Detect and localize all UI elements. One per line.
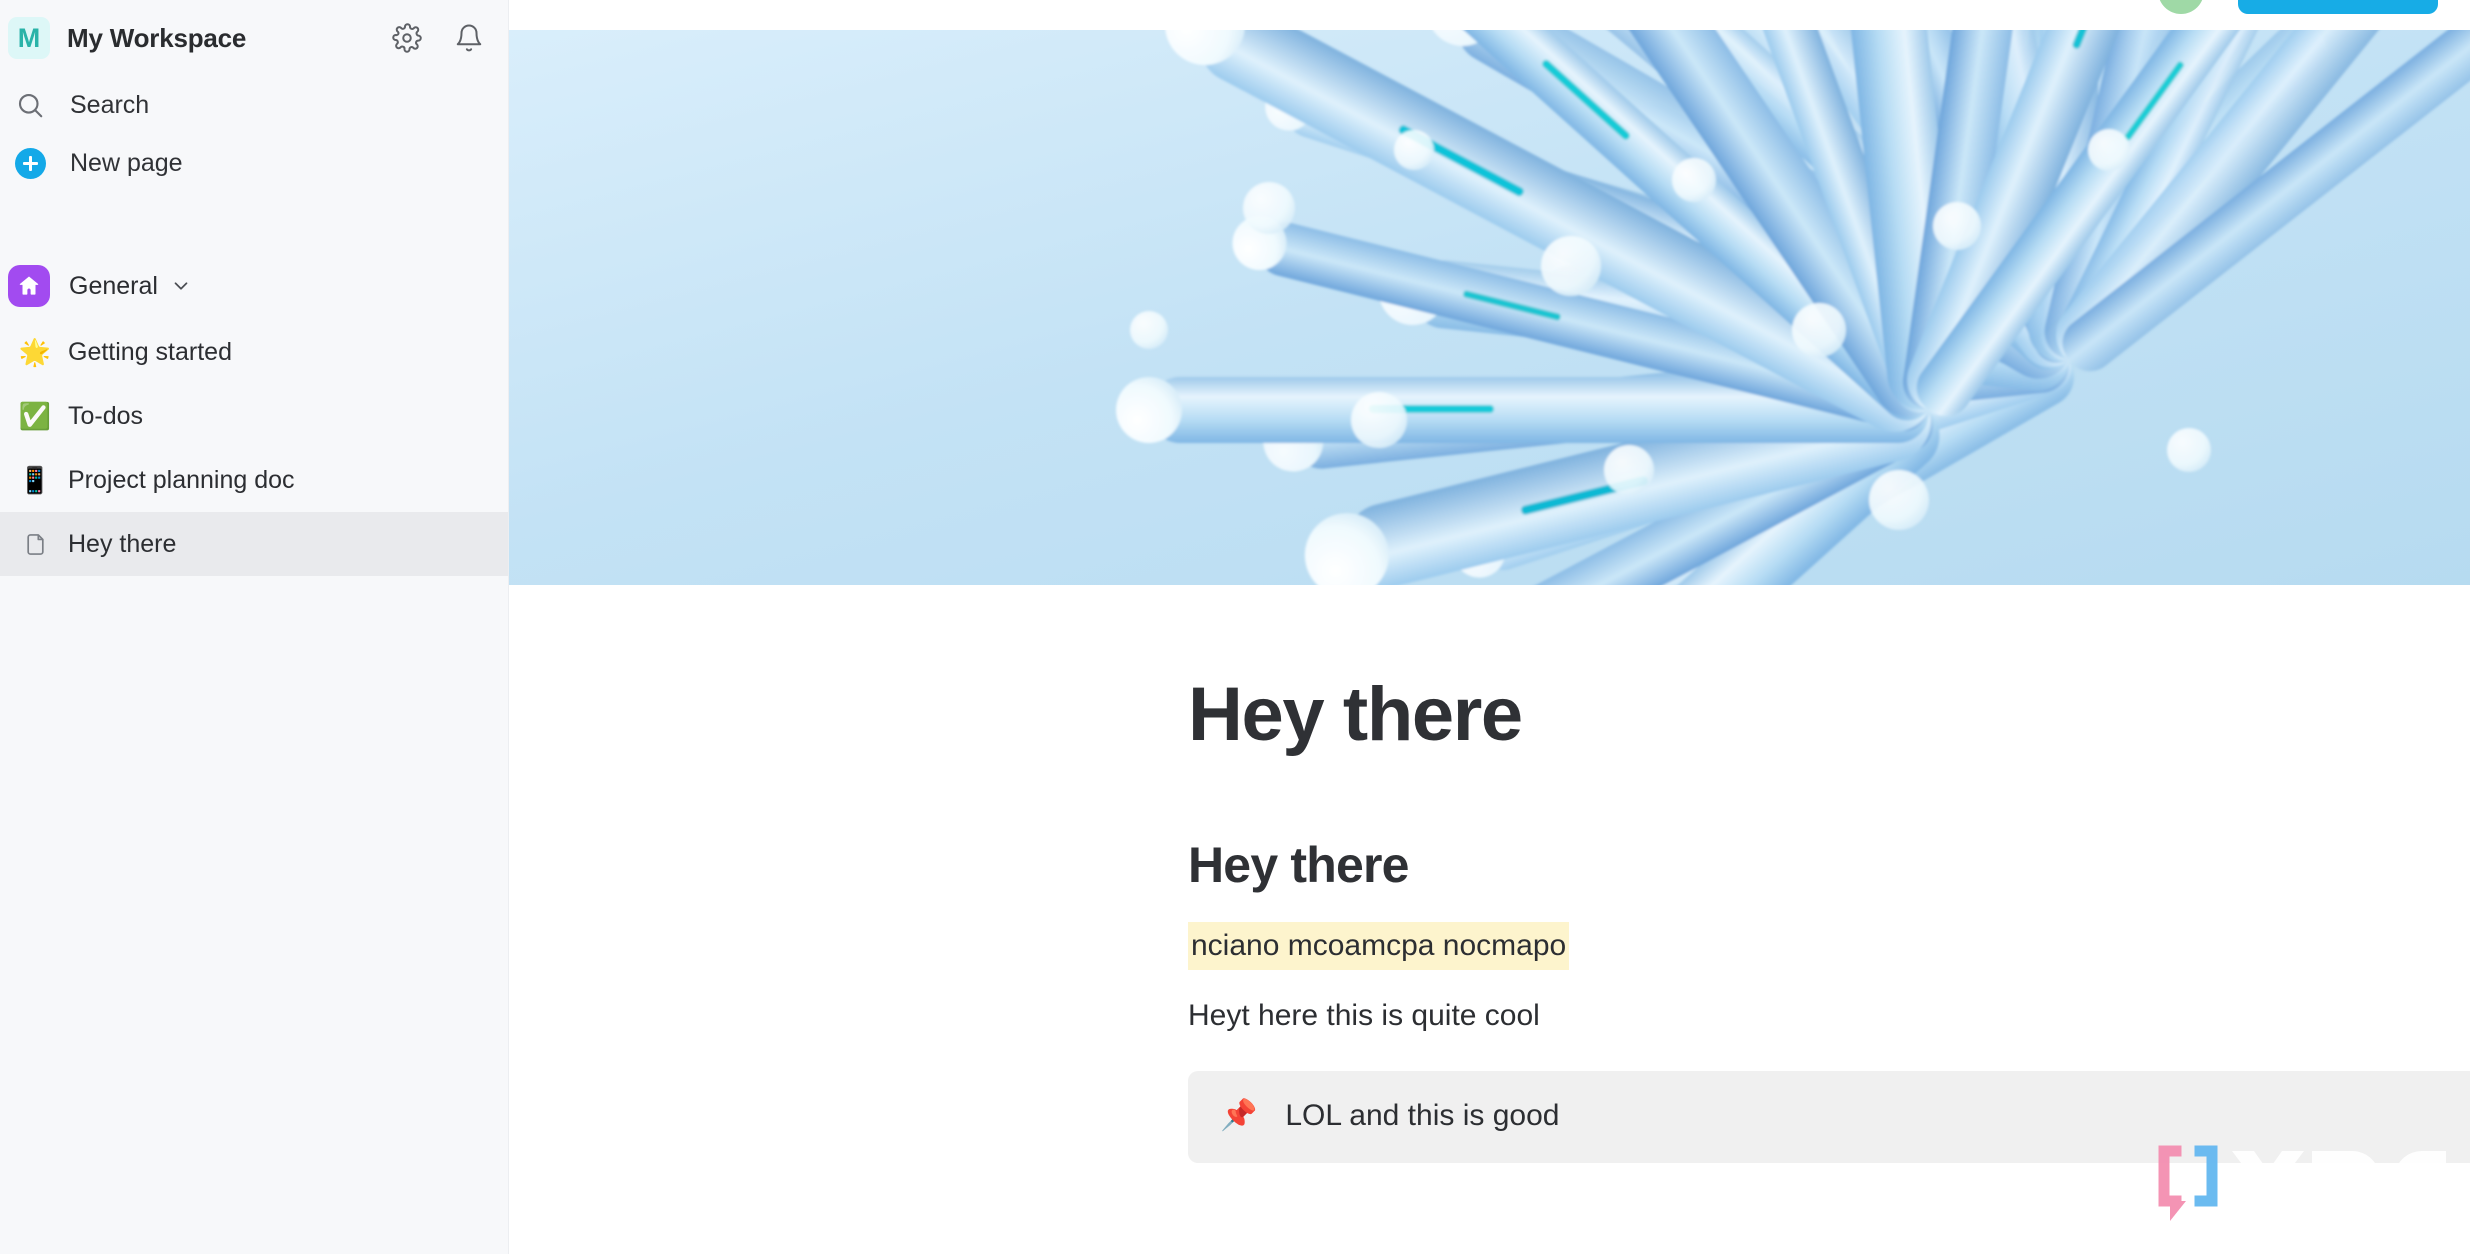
callout-text: LOL and this is good	[1285, 1098, 1560, 1132]
heading-block[interactable]: Hey there	[1188, 839, 2470, 892]
sidebar: M My Workspace Search New page General 🌟…	[0, 0, 509, 1254]
pushpin-emoji-icon: 📌	[1220, 1098, 1258, 1132]
mobile-phone-emoji-icon: 📱	[18, 465, 52, 495]
sidebar-page-list: 🌟 Getting started ✅ To-dos 📱 Project pla…	[0, 320, 508, 576]
sidebar-item-to-dos[interactable]: ✅ To-dos	[0, 384, 508, 448]
page-outline-icon	[18, 527, 52, 561]
highlighted-paragraph[interactable]: nciano mcoamcpa nocmapo	[1188, 921, 1570, 970]
page-cover-image[interactable]	[509, 30, 2470, 585]
sidebar-item-project-planning-doc[interactable]: 📱 Project planning doc	[0, 448, 508, 512]
highlighted-paragraph-wrapper: nciano mcoamcpa nocmapo	[1188, 892, 2470, 970]
callout-block[interactable]: 📌 LOL and this is good	[1188, 1070, 2470, 1163]
bell-icon[interactable]	[452, 21, 486, 55]
star-emoji-icon: 🌟	[18, 337, 52, 367]
sidebar-item-label: Project planning doc	[68, 465, 295, 494]
sidebar-section-general[interactable]: General	[0, 258, 508, 314]
app-root: M My Workspace Search New page General 🌟…	[0, 0, 2470, 1254]
home-icon	[8, 265, 50, 307]
page-title[interactable]: Hey there	[1188, 677, 2470, 753]
gear-icon[interactable]	[390, 21, 424, 55]
cover-artwork	[509, 30, 2470, 585]
workspace-name: My Workspace	[67, 22, 247, 53]
workspace-actions	[390, 21, 486, 55]
main-content: Hey there Hey there nciano mcoamcpa nocm…	[509, 0, 2470, 1254]
sidebar-item-label: Getting started	[68, 337, 232, 366]
workspace-header[interactable]: M My Workspace	[0, 0, 508, 76]
paragraph-block[interactable]: Heyt here this is quite cool	[1188, 996, 2470, 1035]
avatar[interactable]	[2158, 0, 2204, 14]
share-button[interactable]	[2238, 0, 2438, 14]
sidebar-item-search[interactable]: Search	[0, 76, 508, 134]
sidebar-item-hey-there[interactable]: Hey there	[0, 512, 508, 576]
document-body: Hey there Hey there nciano mcoamcpa nocm…	[509, 585, 2470, 1163]
sidebar-item-label: Search	[70, 90, 150, 119]
sidebar-section-label: General	[69, 271, 158, 300]
sidebar-item-label: New page	[70, 148, 183, 177]
page-topbar	[509, 0, 2470, 30]
sidebar-item-label: Hey there	[68, 529, 177, 558]
sidebar-item-getting-started[interactable]: 🌟 Getting started	[0, 320, 508, 384]
search-icon	[8, 83, 52, 127]
sidebar-item-new-page[interactable]: New page	[0, 134, 508, 192]
sidebar-item-label: To-dos	[68, 401, 144, 430]
workspace-badge: M	[8, 17, 50, 59]
check-mark-emoji-icon: ✅	[18, 401, 52, 431]
plus-circle-icon	[8, 141, 52, 185]
chevron-down-icon[interactable]	[170, 275, 192, 297]
